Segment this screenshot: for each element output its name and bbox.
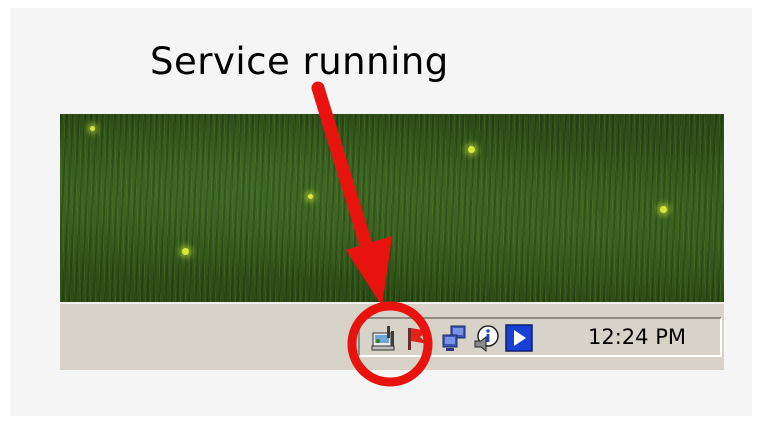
firefly-dot <box>660 206 667 213</box>
firefly-dot <box>468 146 475 153</box>
firefly-dot <box>182 248 189 255</box>
red-flag-icon[interactable] <box>404 323 434 353</box>
system-tray: 12:24 PM <box>358 317 722 357</box>
annotation-label: Service running <box>150 40 449 83</box>
media-play-icon[interactable] <box>504 323 534 353</box>
firefly-dot <box>308 194 313 199</box>
taskbar: 12:24 PM <box>60 302 724 370</box>
taskbar-clock[interactable]: 12:24 PM <box>588 325 686 349</box>
info-speaker-icon[interactable] <box>472 323 502 353</box>
firefly-dot <box>90 126 95 131</box>
service-monitor-icon[interactable] <box>370 323 400 353</box>
network-connections-icon[interactable] <box>440 323 470 353</box>
desktop-wallpaper <box>60 114 724 302</box>
